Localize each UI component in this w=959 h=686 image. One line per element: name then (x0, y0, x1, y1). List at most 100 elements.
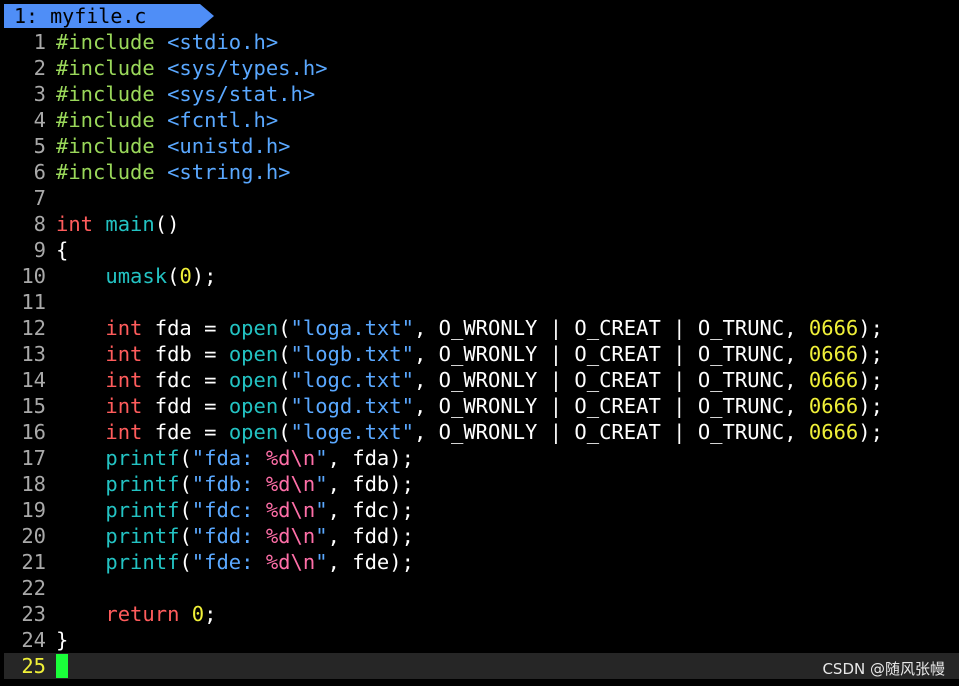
code-line[interactable]: 8 int main() (4, 211, 959, 237)
code-token-default-text: , fde); (327, 550, 414, 574)
code-token-number: 0666 (808, 368, 859, 392)
code-line[interactable]: 9{ (4, 237, 959, 263)
code-line[interactable]: 2 #include <sys/types.h> (4, 55, 959, 81)
code-token-default-text: fdd = (142, 394, 229, 418)
code-token-header: <sys/stat.h> (167, 82, 316, 106)
code-token-function: open (228, 316, 279, 340)
line-number: 10 (21, 264, 46, 288)
code-token-default-text: , O_WRONLY | O_CREAT | O_TRUNC, (413, 342, 809, 366)
code-token-default-text (56, 550, 105, 574)
line-number: 4 (33, 108, 46, 132)
code-token-string: " (315, 446, 328, 470)
code-token-default-text: , O_WRONLY | O_CREAT | O_TRUNC, (413, 420, 809, 444)
code-token-header: <unistd.h> (167, 134, 291, 158)
code-token-default-text: ( (278, 316, 291, 340)
code-token-string: "loge.txt" (290, 420, 414, 444)
code-line[interactable]: 23 return 0; (4, 601, 959, 627)
code-line[interactable]: 5 #include <unistd.h> (4, 133, 959, 159)
code-line[interactable]: 4 #include <fcntl.h> (4, 107, 959, 133)
current-code-line[interactable]: 25 (4, 653, 959, 679)
code-line[interactable]: 12 int fda = open("loga.txt", O_WRONLY |… (4, 315, 959, 341)
code-token-format-specifier: %d\n (265, 524, 316, 548)
code-token-type: int (105, 394, 143, 418)
code-line[interactable]: 13 int fdb = open("logb.txt", O_WRONLY |… (4, 341, 959, 367)
code-line[interactable]: 6 #include <string.h> (4, 159, 959, 185)
code-token-default-text: ( (167, 264, 180, 288)
code-token-default-text: ); (858, 316, 883, 340)
code-token-default-text (56, 394, 105, 418)
code-token-format-specifier: %d\n (265, 498, 316, 522)
tab-myfile-c[interactable]: 1: myfile.c (4, 4, 214, 28)
code-token-default-text: , fdb); (327, 472, 414, 496)
tab-line: 1: myfile.c (4, 3, 959, 29)
code-token-default-text: { (56, 238, 69, 262)
code-token-string: "fdb: (191, 472, 266, 496)
line-number: 17 (21, 446, 46, 470)
code-line[interactable]: 3 #include <sys/stat.h> (4, 81, 959, 107)
code-token-default-text: , fdc); (327, 498, 414, 522)
code-token-string: "fde: (191, 550, 266, 574)
code-line[interactable]: 7 (4, 185, 959, 211)
code-token-string: "fdd: (191, 524, 266, 548)
code-token-default-text: , fdd); (327, 524, 414, 548)
code-token-string: "fda: (191, 446, 266, 470)
code-token-default-text: ); (858, 342, 883, 366)
code-line[interactable]: 16 int fde = open("loge.txt", O_WRONLY |… (4, 419, 959, 445)
code-area[interactable]: 1 #include <stdio.h> 2 #include <sys/types.… (4, 29, 959, 679)
line-number: 21 (21, 550, 46, 574)
code-token-default-text: fdc = (142, 368, 229, 392)
code-line[interactable]: 22 (4, 575, 959, 601)
code-token-function: printf (105, 524, 180, 548)
code-line[interactable]: 19 printf("fdc: %d\n", fdc); (4, 497, 959, 523)
code-token-default-text: ); (858, 394, 883, 418)
code-token-type: int (105, 420, 143, 444)
line-number: 3 (33, 82, 46, 106)
code-token-string: "logb.txt" (290, 342, 414, 366)
text-cursor (56, 654, 68, 678)
code-line[interactable]: 10 umask(0); (4, 263, 959, 289)
line-number: 22 (21, 576, 46, 600)
code-token-preproc: #include (56, 160, 155, 184)
line-number: 15 (21, 394, 46, 418)
code-token-default-text: } (56, 628, 69, 652)
code-token-type: int (105, 316, 143, 340)
code-token-function: open (228, 420, 279, 444)
line-number: 11 (21, 290, 46, 314)
code-token-format-specifier: %d\n (265, 472, 316, 496)
line-number: 7 (33, 186, 46, 210)
code-line[interactable]: 17 printf("fda: %d\n", fda); (4, 445, 959, 471)
code-token-default-text: ); (191, 264, 217, 288)
code-token-function: open (228, 394, 279, 418)
line-number: 6 (33, 160, 46, 184)
code-line[interactable]: 20 printf("fdd: %d\n", fdd); (4, 523, 959, 549)
code-token-function: main (105, 212, 155, 236)
code-token-default-text (155, 82, 167, 106)
code-token-default-text: ); (858, 368, 883, 392)
code-line[interactable]: 1 #include <stdio.h> (4, 29, 959, 55)
code-line[interactable]: 15 int fdd = open("logd.txt", O_WRONLY |… (4, 393, 959, 419)
code-token-preproc: #include (56, 56, 155, 80)
code-token-default-text (155, 30, 167, 54)
code-token-function: open (228, 368, 279, 392)
code-token-number: 0 (179, 264, 192, 288)
code-token-preproc: #include (56, 82, 155, 106)
code-line[interactable]: 14 int fdc = open("logc.txt", O_WRONLY |… (4, 367, 959, 393)
code-token-default-text: fda = (142, 316, 229, 340)
code-token-string: "logd.txt" (290, 394, 414, 418)
code-line[interactable]: 18 printf("fdb: %d\n", fdb); (4, 471, 959, 497)
line-number: 19 (21, 498, 46, 522)
code-line[interactable]: 11 (4, 289, 959, 315)
code-token-default-text (155, 56, 167, 80)
code-line[interactable]: 21 printf("fde: %d\n", fde); (4, 549, 959, 575)
code-token-default-text: () (154, 212, 180, 236)
code-token-header: <sys/types.h> (167, 56, 328, 80)
code-token-type: int (105, 368, 143, 392)
line-number: 16 (21, 420, 46, 444)
code-token-default-text (155, 160, 167, 184)
code-token-default-text (56, 264, 105, 288)
code-token-header: <string.h> (167, 160, 291, 184)
code-token-default-text: ( (278, 342, 291, 366)
code-line[interactable]: 24} (4, 627, 959, 653)
code-token-type: int (56, 212, 94, 236)
code-token-default-text: ( (179, 472, 192, 496)
